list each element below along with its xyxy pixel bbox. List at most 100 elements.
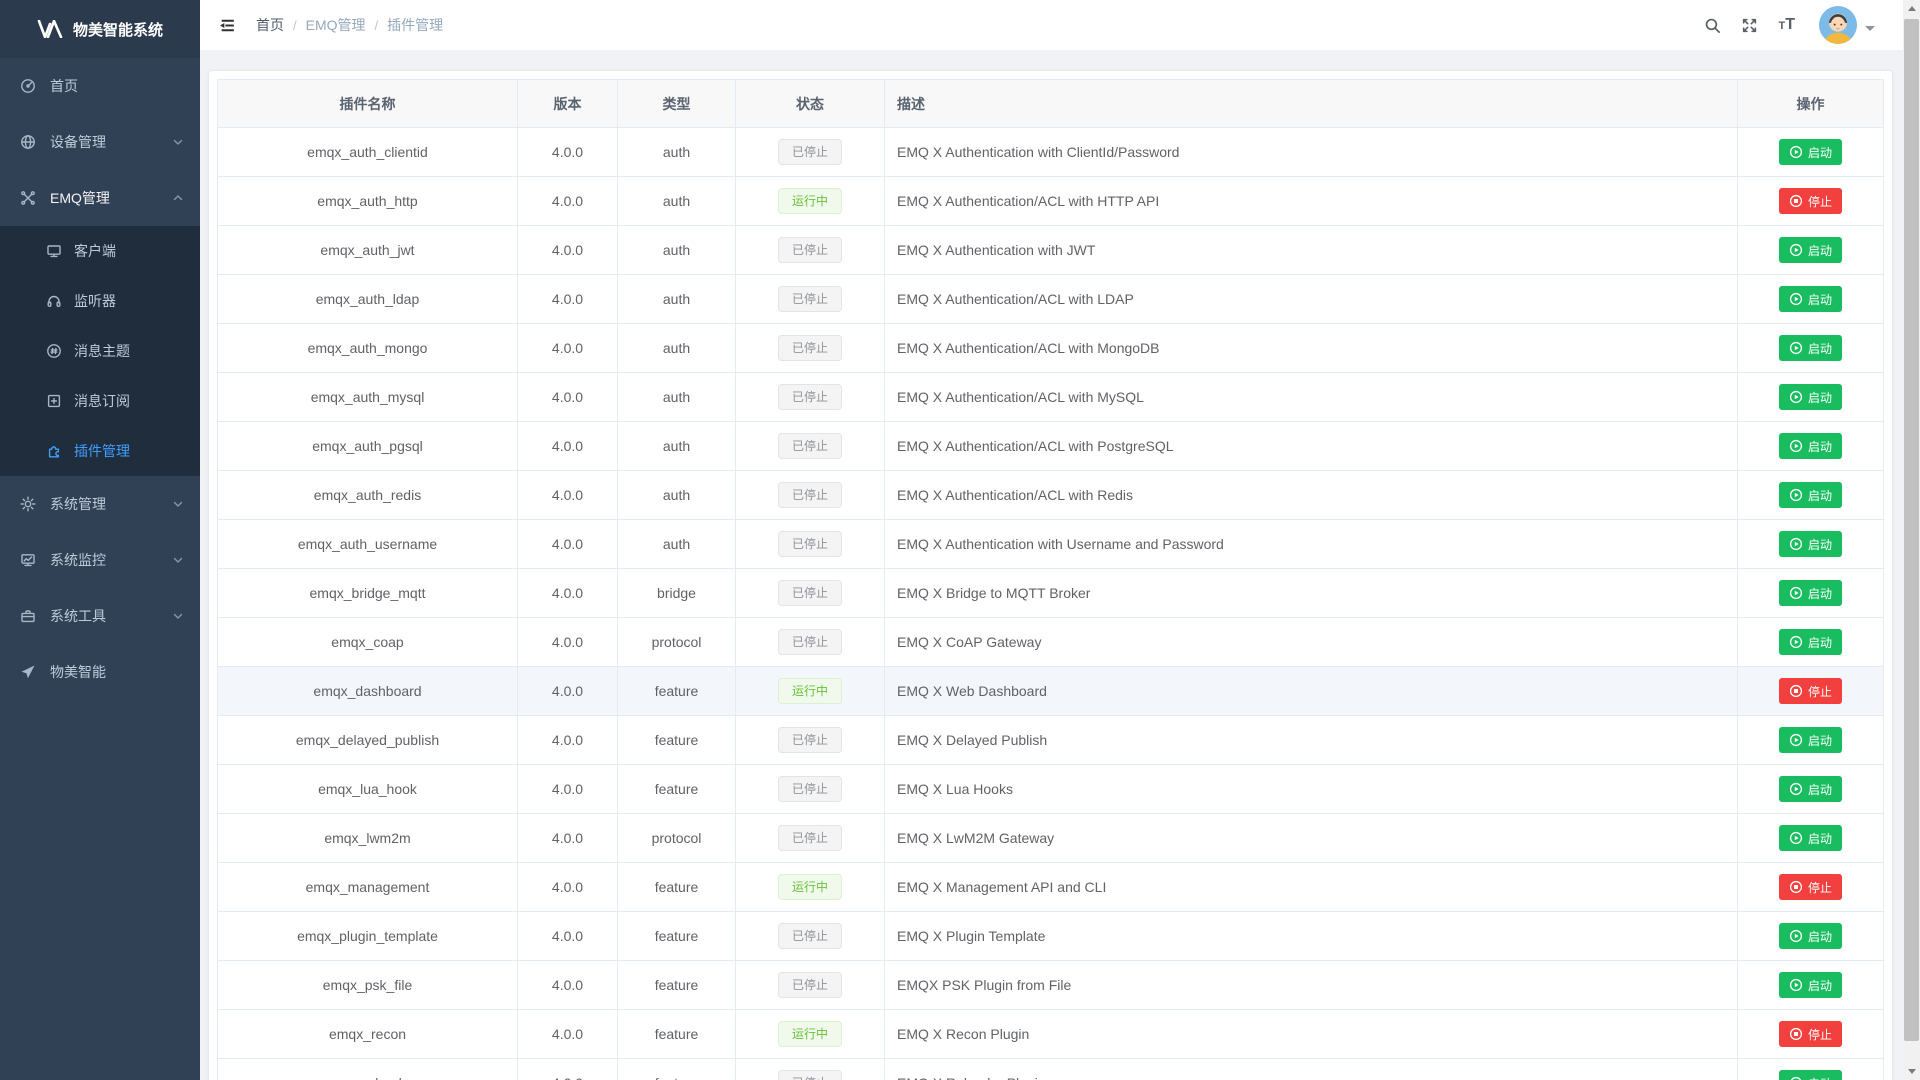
- table-row: emqx_auth_mysql4.0.0auth已停止EMQ X Authent…: [218, 373, 1884, 422]
- sidebar-item-device[interactable]: 设备管理: [0, 114, 200, 170]
- search-icon[interactable]: [1704, 17, 1721, 34]
- plugin-type-cell: auth: [618, 520, 736, 569]
- device-icon: [20, 134, 36, 150]
- topic-icon: [46, 343, 62, 359]
- logo-icon: [37, 20, 63, 38]
- sidebar-item-label: 设备管理: [50, 132, 106, 152]
- content-area: 插件名称版本类型状态描述操作 emqx_auth_clientid4.0.0au…: [200, 50, 1920, 1080]
- scroll-up-arrow-icon[interactable]: [1903, 0, 1920, 17]
- sidebar-subitem-plugin[interactable]: 插件管理: [0, 426, 200, 476]
- sidebar-toggle-icon[interactable]: [215, 13, 240, 38]
- sidebar-subitem-topic[interactable]: 消息主题: [0, 326, 200, 376]
- plugin-type-cell: protocol: [618, 618, 736, 667]
- plugin-status-cell: 已停止: [736, 471, 885, 520]
- start-button[interactable]: 启动: [1779, 580, 1842, 606]
- plugin-action-cell: 启动: [1738, 912, 1884, 961]
- sidebar: 物美智能系统 首页设备管理 EMQ管理客户端监听器消息主题消息订阅插件管理系统管理…: [0, 0, 200, 1080]
- plugin-action-cell: 启动: [1738, 275, 1884, 324]
- plugin-type-cell: feature: [618, 667, 736, 716]
- start-button[interactable]: 启动: [1779, 531, 1842, 557]
- plugin-type-cell: feature: [618, 961, 736, 1010]
- app-logo[interactable]: 物美智能系统: [0, 0, 200, 58]
- plugin-name-cell: emqx_dashboard: [218, 667, 518, 716]
- sidebar-item-system[interactable]: 系统管理: [0, 476, 200, 532]
- plugin-status-cell: 运行中: [736, 863, 885, 912]
- plugin-description-cell: EMQ X Reloader Plugin: [885, 1059, 1738, 1080]
- status-badge: 已停止: [778, 629, 842, 655]
- start-button[interactable]: 启动: [1779, 727, 1842, 753]
- font-size-icon[interactable]: TT: [1778, 17, 1795, 33]
- status-badge: 运行中: [778, 188, 842, 214]
- chevron-down-icon: [170, 134, 186, 150]
- status-badge: 已停止: [778, 1070, 842, 1080]
- status-badge: 已停止: [778, 727, 842, 753]
- subscribe-icon: [46, 393, 62, 409]
- table-row: emqx_bridge_mqtt4.0.0bridge已停止EMQ X Brid…: [218, 569, 1884, 618]
- plugin-table: 插件名称版本类型状态描述操作 emqx_auth_clientid4.0.0au…: [217, 79, 1884, 1080]
- start-button[interactable]: 启动: [1779, 384, 1842, 410]
- start-button[interactable]: 启动: [1779, 923, 1842, 949]
- sidebar-subitem-client[interactable]: 客户端: [0, 226, 200, 276]
- start-button[interactable]: 启动: [1779, 629, 1842, 655]
- plugin-action-cell: 启动: [1738, 716, 1884, 765]
- start-button[interactable]: 启动: [1779, 139, 1842, 165]
- plugin-name-cell: emqx_auth_username: [218, 520, 518, 569]
- start-button[interactable]: 启动: [1779, 972, 1842, 998]
- plugin-type-cell: feature: [618, 716, 736, 765]
- plugin-action-cell: 启动: [1738, 373, 1884, 422]
- breadcrumb-separator: /: [375, 18, 379, 33]
- table-row: emqx_auth_jwt4.0.0auth已停止EMQ X Authentic…: [218, 226, 1884, 275]
- table-row: emqx_management4.0.0feature运行中EMQ X Mana…: [218, 863, 1884, 912]
- page-scrollbar[interactable]: [1903, 0, 1920, 1080]
- stop-button[interactable]: 停止: [1779, 1021, 1842, 1047]
- gear-icon: [20, 496, 36, 512]
- status-badge: 已停止: [778, 923, 842, 949]
- scroll-down-arrow-icon[interactable]: [1903, 1063, 1920, 1080]
- fullscreen-icon[interactable]: [1741, 17, 1758, 34]
- plugin-version-cell: 4.0.0: [518, 912, 618, 961]
- user-avatar[interactable]: [1819, 6, 1875, 44]
- stop-button[interactable]: 停止: [1779, 188, 1842, 214]
- start-button[interactable]: 启动: [1779, 286, 1842, 312]
- sidebar-subitem-listener[interactable]: 监听器: [0, 276, 200, 326]
- sidebar-item-label: EMQ管理: [50, 188, 110, 208]
- start-button[interactable]: 启动: [1779, 776, 1842, 802]
- plugin-action-cell: 启动: [1738, 471, 1884, 520]
- sidebar-item-home[interactable]: 首页: [0, 58, 200, 114]
- stop-button[interactable]: 停止: [1779, 678, 1842, 704]
- sidebar-item-monitor[interactable]: 系统监控: [0, 532, 200, 588]
- plugin-status-cell: 已停止: [736, 275, 885, 324]
- status-badge: 已停止: [778, 482, 842, 508]
- plugin-type-cell: feature: [618, 1010, 736, 1059]
- plugin-name-cell: emqx_lwm2m: [218, 814, 518, 863]
- start-button[interactable]: 启动: [1779, 825, 1842, 851]
- sidebar-item-wumei[interactable]: 物美智能: [0, 644, 200, 700]
- start-button[interactable]: 启动: [1779, 1070, 1842, 1080]
- plugin-name-cell: emqx_auth_mongo: [218, 324, 518, 373]
- sidebar-item-tools[interactable]: 系统工具: [0, 588, 200, 644]
- caret-down-icon: [1865, 26, 1875, 36]
- stop-button[interactable]: 停止: [1779, 874, 1842, 900]
- plugin-description-cell: EMQ X LwM2M Gateway: [885, 814, 1738, 863]
- navbar-right: TT: [1704, 6, 1875, 44]
- sidebar-subitem-subscribe[interactable]: 消息订阅: [0, 376, 200, 426]
- table-header: 版本: [518, 80, 618, 128]
- start-button[interactable]: 启动: [1779, 237, 1842, 263]
- status-badge: 已停止: [778, 972, 842, 998]
- plugin-version-cell: 4.0.0: [518, 961, 618, 1010]
- start-button[interactable]: 启动: [1779, 335, 1842, 361]
- plugin-name-cell: emqx_auth_mysql: [218, 373, 518, 422]
- scrollbar-thumb[interactable]: [1904, 19, 1919, 1041]
- plugin-name-cell: emqx_management: [218, 863, 518, 912]
- plugin-type-cell: bridge: [618, 569, 736, 618]
- table-row: emqx_auth_clientid4.0.0auth已停止EMQ X Auth…: [218, 128, 1884, 177]
- start-button[interactable]: 启动: [1779, 433, 1842, 459]
- breadcrumb-item[interactable]: 首页: [256, 15, 284, 35]
- start-button[interactable]: 启动: [1779, 482, 1842, 508]
- plugin-status-cell: 已停止: [736, 520, 885, 569]
- sidebar-item-emq[interactable]: EMQ管理: [0, 170, 200, 226]
- table-row: emqx_psk_file4.0.0feature已停止EMQX PSK Plu…: [218, 961, 1884, 1010]
- plugin-description-cell: EMQ X Management API and CLI: [885, 863, 1738, 912]
- sidebar-subitem-label: 插件管理: [74, 441, 130, 461]
- table-row: emqx_auth_mongo4.0.0auth已停止EMQ X Authent…: [218, 324, 1884, 373]
